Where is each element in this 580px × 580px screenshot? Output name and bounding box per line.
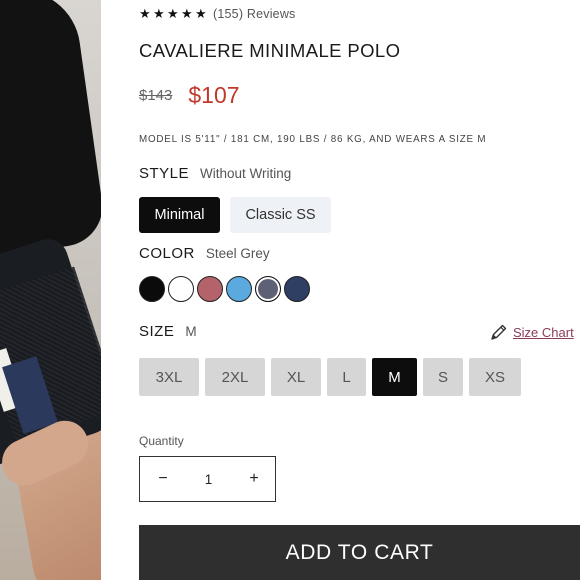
quantity-increase-button[interactable]: + — [247, 470, 261, 488]
add-to-cart-button[interactable]: ADD TO CART — [139, 525, 580, 580]
style-value: Without Writing — [200, 166, 292, 181]
size-option-xs[interactable]: XS — [469, 358, 521, 396]
product-image[interactable] — [0, 0, 101, 580]
star-icon: ★ — [153, 6, 165, 22]
color-swatch-black[interactable] — [139, 276, 165, 302]
price-block: $143 $107 — [139, 82, 240, 109]
reviews-summary[interactable]: ★ ★ ★ ★ ★ (155) Reviews — [139, 6, 296, 22]
quantity-decrease-button[interactable]: − — [156, 470, 170, 488]
rating-stars: ★ ★ ★ ★ ★ — [139, 8, 208, 21]
review-count-label[interactable]: (155) Reviews — [213, 7, 296, 21]
sale-price: $107 — [188, 82, 240, 108]
size-option-s[interactable]: S — [423, 358, 463, 396]
size-options: 3XL 2XL XL L M S XS — [139, 358, 521, 396]
color-swatch-rose[interactable] — [197, 276, 223, 302]
color-label: COLOR — [139, 245, 195, 262]
star-icon: ★ — [139, 6, 151, 22]
size-option-xl[interactable]: XL — [271, 358, 321, 396]
color-swatch-sky-blue[interactable] — [226, 276, 252, 302]
quantity-stepper: − 1 + — [139, 456, 276, 502]
color-swatch-steel-grey[interactable] — [255, 276, 281, 302]
size-label: SIZE — [139, 323, 175, 340]
color-value: Steel Grey — [205, 246, 270, 261]
size-chart-link[interactable]: Size Chart — [489, 322, 574, 342]
style-option-classic-ss[interactable]: Classic SS — [230, 197, 331, 233]
size-option-label: SIZE M — [139, 323, 197, 340]
star-icon: ★ — [181, 6, 193, 22]
color-option-label: COLOR Steel Grey — [139, 245, 270, 262]
size-option-3xl[interactable]: 3XL — [139, 358, 199, 396]
color-swatch-navy[interactable] — [284, 276, 310, 302]
original-price: $143 — [139, 87, 173, 104]
size-chart-label[interactable]: Size Chart — [513, 325, 574, 340]
quantity-label: Quantity — [139, 434, 184, 448]
size-option-m[interactable]: M — [372, 358, 417, 396]
size-value: M — [185, 324, 197, 339]
size-option-l[interactable]: L — [327, 358, 366, 396]
model-info: MODEL IS 5'11" / 181 CM, 190 LBS / 86 KG… — [139, 134, 487, 145]
color-swatch-white[interactable] — [168, 276, 194, 302]
star-icon: ★ — [195, 6, 207, 22]
style-option-minimal[interactable]: Minimal — [139, 197, 220, 233]
size-option-2xl[interactable]: 2XL — [205, 358, 265, 396]
quantity-input[interactable]: 1 — [205, 472, 213, 487]
style-options: Minimal Classic SS — [139, 197, 331, 233]
style-label: STYLE — [139, 165, 190, 182]
style-option-label: STYLE Without Writing — [139, 165, 291, 182]
product-title: CAVALIERE MINIMALE POLO — [139, 40, 401, 61]
pencil-icon — [491, 324, 507, 340]
color-swatches — [139, 276, 310, 302]
star-icon: ★ — [167, 6, 179, 22]
